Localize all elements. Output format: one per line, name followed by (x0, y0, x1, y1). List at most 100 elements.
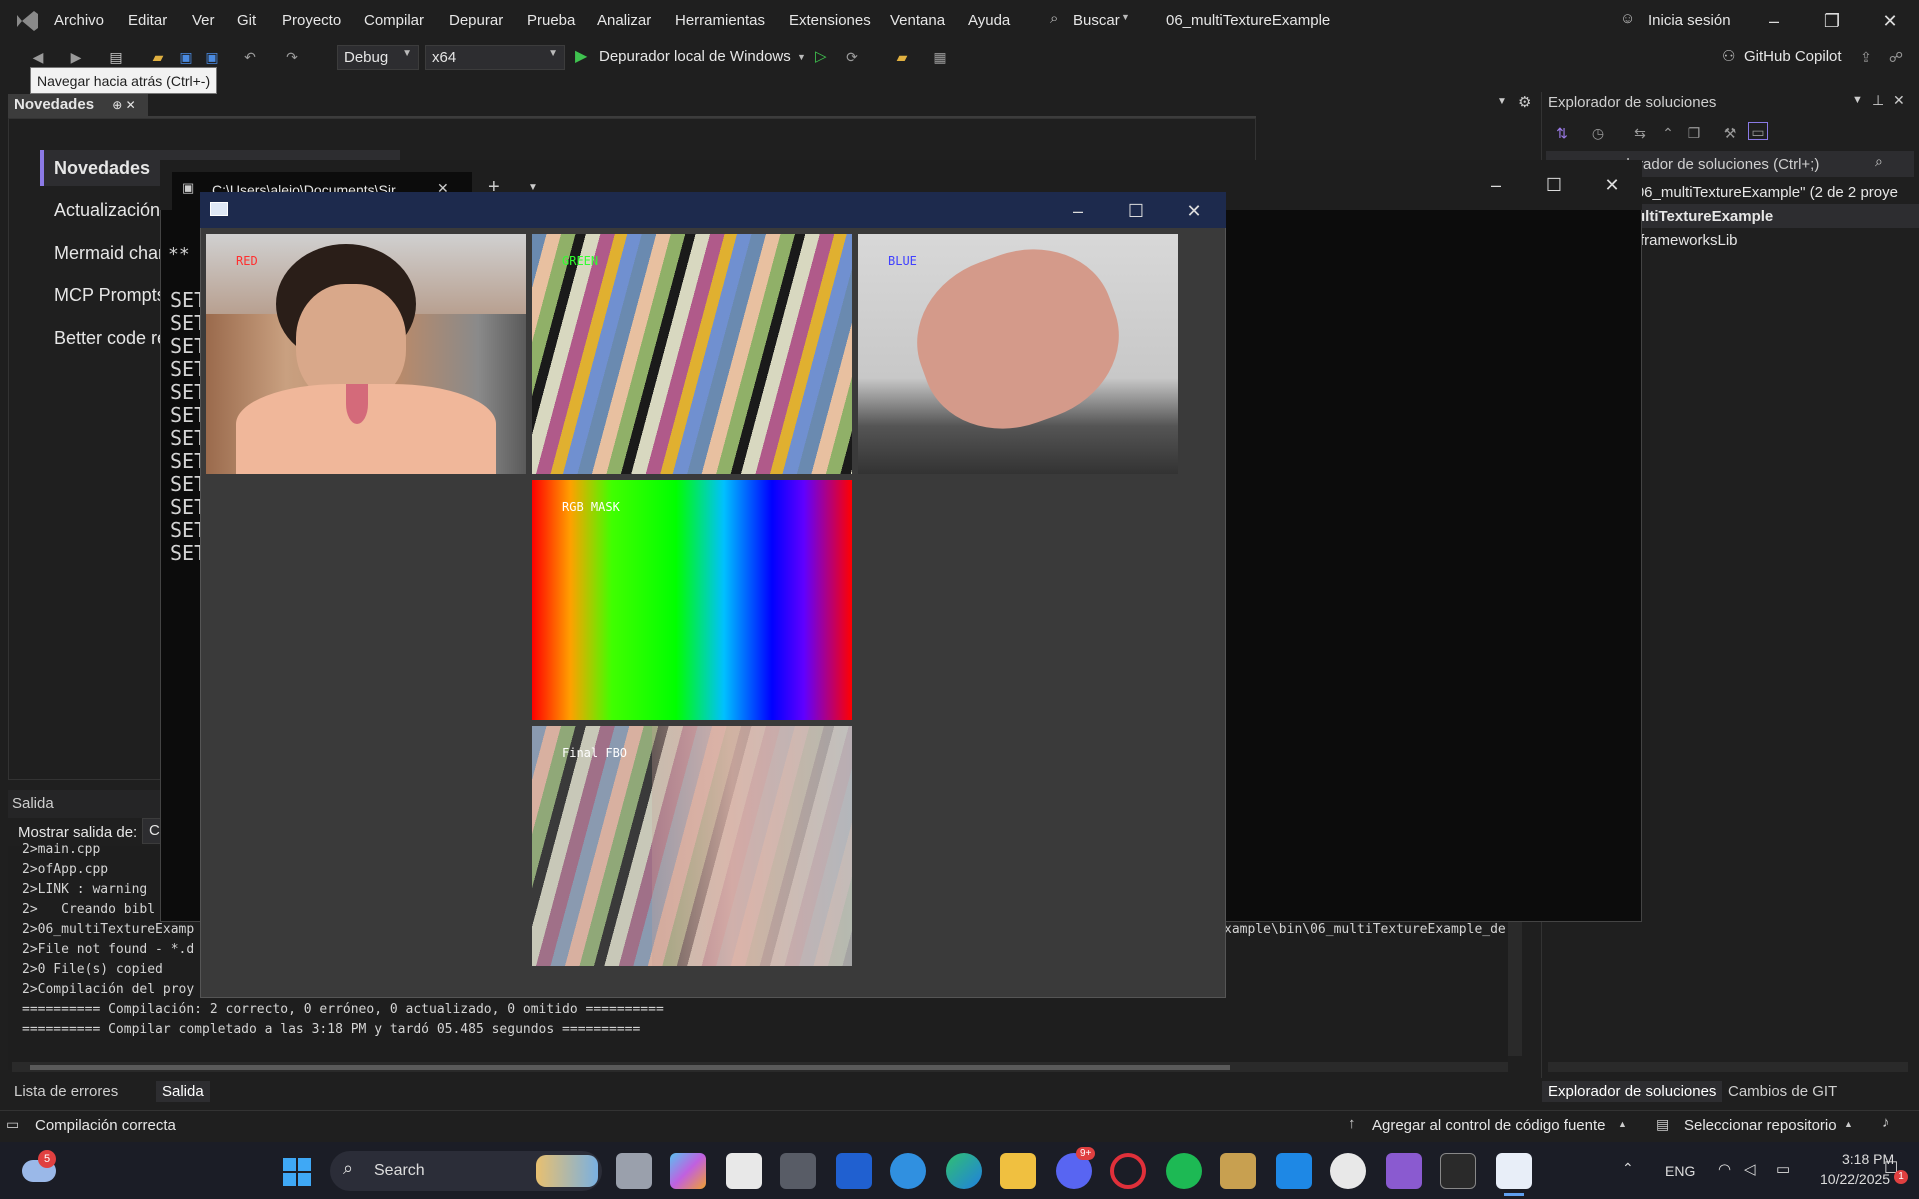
menu-herramientas[interactable]: Herramientas (675, 12, 765, 29)
obs-icon[interactable] (1330, 1153, 1366, 1189)
of-app-taskbar-icon[interactable] (1496, 1153, 1532, 1189)
windows-start-icon[interactable] (282, 1157, 312, 1187)
minimize-button[interactable]: – (1748, 6, 1800, 36)
wifi-icon[interactable]: ◠ (1718, 1160, 1731, 1178)
search-menu[interactable]: Buscar (1073, 12, 1120, 29)
of-maximize-button[interactable]: ☐ (1110, 196, 1162, 226)
redo-icon[interactable]: ↷ (282, 48, 302, 66)
menu-editar[interactable]: Editar (128, 12, 167, 29)
spotify-icon[interactable] (1166, 1153, 1202, 1189)
terminal-app-icon[interactable] (1440, 1153, 1476, 1189)
folder-icon[interactable]: ▰ (892, 48, 912, 66)
search-icon[interactable]: ⌕ (1875, 153, 1883, 170)
tab-novedades[interactable]: Novedades ⊕ ✕ (8, 94, 148, 116)
tab-error-list[interactable]: Lista de errores (8, 1081, 124, 1102)
swap-icon[interactable]: ⇆ (1630, 124, 1650, 142)
open-folder-icon[interactable]: ▰ (148, 48, 168, 66)
vscode-icon[interactable] (1276, 1153, 1312, 1189)
menu-depurar[interactable]: Depurar (449, 12, 503, 29)
clock-date[interactable]: 10/22/2025 (1820, 1171, 1890, 1187)
menu-ver[interactable]: Ver (192, 12, 215, 29)
feedback-icon[interactable]: ☍ (1886, 48, 1906, 66)
file-explorer-icon[interactable] (1000, 1153, 1036, 1189)
restore-button[interactable]: ❐ (1806, 6, 1858, 36)
of-minimize-button[interactable]: – (1052, 196, 1104, 226)
menu-ayuda[interactable]: Ayuda (968, 12, 1010, 29)
tab-output[interactable]: Salida (156, 1081, 210, 1102)
collapse-icon[interactable]: ⌃ (1658, 124, 1678, 142)
history-icon[interactable]: ◷ (1588, 124, 1608, 142)
copilot-icon[interactable]: ⚇ (1722, 47, 1735, 65)
news-item-novedades[interactable]: Novedades (54, 158, 150, 179)
chevron-down-icon[interactable]: ▼ (1852, 94, 1863, 106)
menu-proyecto[interactable]: Proyecto (282, 12, 341, 29)
menu-extensiones[interactable]: Extensiones (789, 12, 871, 29)
select-repo-button[interactable]: Seleccionar repositorio (1684, 1117, 1837, 1134)
visual-studio-icon[interactable] (1386, 1153, 1422, 1189)
search-icon[interactable]: ⌕ (1050, 10, 1058, 27)
undo-icon[interactable]: ↶ (240, 48, 260, 66)
app-blue-icon[interactable] (836, 1153, 872, 1189)
se-solution-node[interactable]: n "06_multiTextureExample" (2 de 2 proye (1618, 184, 1898, 201)
close-icon[interactable]: ✕ (1893, 92, 1905, 109)
opera-icon[interactable] (1110, 1153, 1146, 1189)
copilot-button[interactable]: GitHub Copilot (1744, 48, 1842, 65)
gear-icon[interactable]: ⚙ (1518, 93, 1531, 111)
add-source-control-button[interactable]: Agregar al control de código fuente (1372, 1117, 1606, 1134)
menu-archivo[interactable]: Archivo (54, 12, 104, 29)
layout-icon[interactable]: ▦ (930, 48, 950, 66)
news-item-mermaid[interactable]: Mermaid char (54, 243, 164, 264)
menu-ventana[interactable]: Ventana (890, 12, 945, 29)
run-without-debug-icon[interactable]: ▷ (815, 47, 827, 65)
platform-select[interactable]: x64 ▼ (425, 45, 565, 70)
chevron-down-icon[interactable]: ▼ (797, 52, 806, 62)
league-icon[interactable] (1220, 1153, 1256, 1189)
volume-icon[interactable]: ◁ (1744, 1160, 1756, 1178)
preview-icon[interactable]: ▭ (1748, 122, 1768, 140)
news-item-better-code[interactable]: Better code re (54, 328, 167, 349)
run-button[interactable]: Depurador local de Windows (599, 48, 791, 65)
menu-analizar[interactable]: Analizar (597, 12, 651, 29)
pin-icon[interactable]: ⊥ (1872, 92, 1884, 109)
wrench-icon[interactable]: ⚒ (1720, 124, 1740, 142)
copilot-app-icon[interactable] (670, 1153, 706, 1189)
store-icon[interactable] (726, 1153, 762, 1189)
share-icon[interactable]: ⇪ (1856, 48, 1876, 66)
sync-icon[interactable]: ⇅ (1552, 124, 1572, 142)
hot-reload-icon[interactable]: ⟳ (842, 48, 862, 66)
chevron-up-icon[interactable]: ▲ (1844, 1119, 1853, 1129)
battery-icon[interactable]: ▭ (1776, 1160, 1790, 1178)
back-icon[interactable]: ◀ (28, 48, 48, 66)
chevron-down-icon[interactable]: ▼ (1497, 96, 1507, 107)
signin-button[interactable]: Inicia sesión (1648, 12, 1731, 29)
console-maximize-button[interactable]: ☐ (1528, 170, 1580, 200)
play-icon[interactable]: ▶ (575, 46, 587, 66)
save-all-icon[interactable]: ▣ (202, 48, 222, 66)
task-view-icon[interactable] (616, 1153, 652, 1189)
menu-prueba[interactable]: Prueba (527, 12, 575, 29)
menu-compilar[interactable]: Compilar (364, 12, 424, 29)
menu-git[interactable]: Git (237, 12, 256, 29)
se-lib-node[interactable]: frameworksLib (1640, 232, 1738, 249)
chevron-up-icon[interactable]: ▲ (1618, 1119, 1627, 1129)
save-icon[interactable]: ▣ (176, 48, 196, 66)
chevron-up-icon[interactable]: ⌃ (1622, 1160, 1634, 1177)
of-close-button[interactable]: ✕ (1168, 196, 1220, 226)
bell-icon[interactable]: ♪ (1882, 1114, 1890, 1131)
config-select[interactable]: Debug ▼ (337, 45, 419, 70)
news-item-actualizacion[interactable]: Actualización (54, 200, 160, 221)
tab-solution-explorer[interactable]: Explorador de soluciones (1542, 1081, 1723, 1102)
news-item-mcp[interactable]: MCP Prompts (54, 285, 166, 306)
console-minimize-button[interactable]: – (1470, 170, 1522, 200)
copy-icon[interactable]: ❐ (1684, 124, 1704, 142)
unity-icon[interactable] (780, 1153, 816, 1189)
new-project-icon[interactable]: ▤ (106, 48, 126, 66)
close-button[interactable]: ✕ (1864, 6, 1916, 36)
forward-icon[interactable]: ▶ (66, 48, 86, 66)
tab-git-changes[interactable]: Cambios de GIT (1722, 1081, 1843, 1102)
language-indicator[interactable]: ENG (1665, 1163, 1695, 1179)
se-project-node[interactable]: ultiTextureExample (1636, 208, 1773, 225)
teamviewer-icon[interactable] (890, 1153, 926, 1189)
se-hscrollbar[interactable] (1548, 1062, 1908, 1072)
edge-icon[interactable] (946, 1153, 982, 1189)
